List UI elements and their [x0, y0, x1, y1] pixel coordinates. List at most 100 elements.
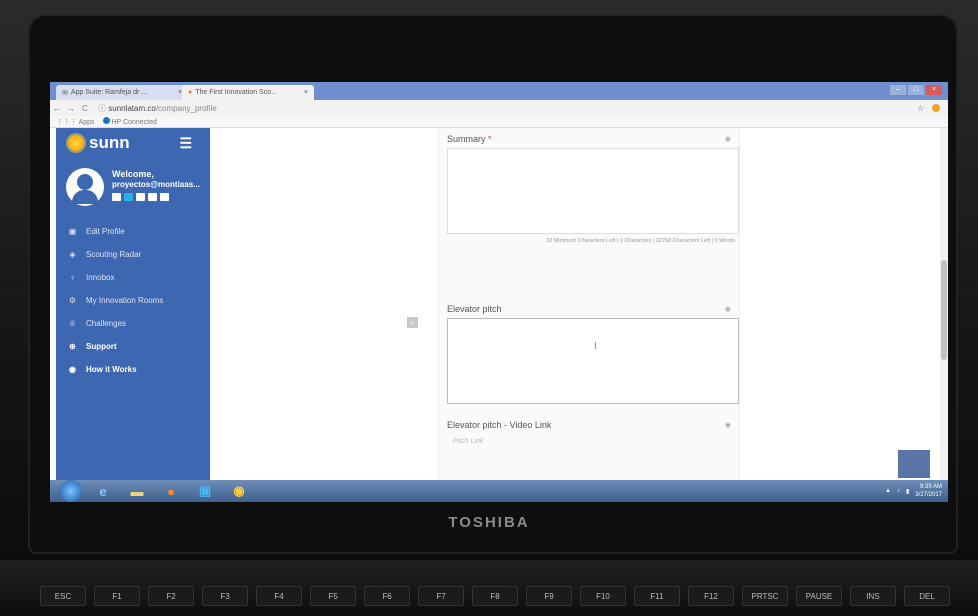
sun-logo-icon [68, 135, 84, 151]
start-button[interactable] [60, 480, 82, 502]
eye-icon[interactable]: ◉ [725, 305, 731, 313]
mail-icon: ✉ [62, 89, 68, 97]
envelope-icon[interactable] [148, 193, 157, 201]
key-f1: F1 [94, 586, 140, 606]
url-field[interactable]: ⓘ sunnlatam.co/company_profile [98, 103, 217, 114]
key-pause: PAUSE [796, 586, 842, 606]
summary-label: Summary * [447, 134, 492, 144]
profile-actions [112, 193, 200, 201]
key-f2: F2 [148, 586, 194, 606]
laptop-screen: ✉ App Suite: Ramfeja dr ... × ● The Firs… [50, 82, 948, 502]
eye-icon[interactable]: ◉ [725, 421, 731, 429]
main-content: ‹ Summary * ◉ 32 Minimum Characters Left… [210, 128, 948, 480]
folder-icon[interactable]: ▬ [124, 482, 150, 500]
address-bar: ← → C ⓘ sunnlatam.co/company_profile ☆ [50, 100, 948, 116]
key-f3: F3 [202, 586, 248, 606]
user-email: proyectos@montiaas... [112, 180, 200, 189]
star-icon[interactable]: ☆ [917, 104, 924, 113]
extension-icon[interactable] [932, 103, 940, 112]
gears-icon: ⚙ [68, 296, 77, 305]
back-arrow-icon[interactable]: ← [50, 104, 64, 113]
summary-textarea[interactable] [447, 148, 739, 234]
summary-counter: 32 Minimum Characters Left | 0 Character… [546, 238, 735, 244]
lightbulb-icon: ♀ [69, 273, 76, 282]
sidebar-item-edit-profile[interactable]: ▣ Edit Profile [56, 220, 210, 243]
store-icon[interactable]: ▣ [192, 482, 218, 500]
sun-icon: ● [188, 89, 193, 96]
window-controls: – □ × [890, 85, 942, 95]
tray-arrow-icon[interactable]: ▲ [885, 488, 891, 494]
system-tray: ▲ ♪ ▮ 9:39 AM 3/27/2017 [885, 483, 942, 499]
close-window-button[interactable]: × [926, 85, 942, 95]
welcome-text: Welcome, [112, 169, 154, 179]
sidebar-item-challenges[interactable]: ♕ Challenges [56, 312, 210, 335]
reload-icon[interactable]: C [78, 104, 92, 113]
sidebar-item-support[interactable]: ⊕ Support [56, 335, 210, 358]
minimize-button[interactable]: – [890, 85, 906, 95]
eye-icon[interactable]: ◉ [725, 135, 731, 143]
forward-arrow-icon[interactable]: → [64, 104, 78, 113]
maximize-button[interactable]: □ [908, 85, 924, 95]
hp-logo-icon [102, 117, 110, 124]
key-del: DEL [904, 586, 950, 606]
network-icon[interactable]: ▮ [906, 488, 909, 495]
edit-pencil-icon[interactable] [124, 193, 133, 201]
key-f8: F8 [472, 586, 518, 606]
elevator-pitch-label: Elevator pitch [447, 304, 502, 314]
profile-card: Welcome, proyectos@montiaas... [56, 158, 210, 212]
plus-circle-icon: ⊕ [69, 342, 76, 351]
firefox-icon[interactable]: ● [158, 482, 184, 500]
key-ins: INS [850, 586, 896, 606]
clock[interactable]: 9:39 AM 3/27/2017 [915, 483, 942, 499]
windows-taskbar: e ▬ ● ▣ ◉ ▲ ♪ ▮ 9:39 AM 3/27/2017 [50, 480, 948, 502]
bookmarks-bar: ⋮⋮⋮ Apps HP Connected [50, 116, 948, 128]
key-esc: ESC [40, 586, 86, 606]
sidebar-item-scouting-radar[interactable]: ◈ Scouting Radar [56, 243, 210, 266]
key-f12: F12 [688, 586, 734, 606]
scrollbar[interactable] [940, 128, 948, 480]
volume-icon[interactable]: ♪ [897, 488, 900, 494]
video-icon[interactable] [136, 193, 145, 201]
radar-icon: ◈ [69, 250, 76, 259]
cloud-icon[interactable] [112, 193, 121, 201]
elevator-pitch-textarea[interactable]: I [447, 318, 739, 404]
trophy-icon: ♕ [68, 319, 77, 328]
video-link-label: Elevator pitch - Video Link [447, 420, 552, 430]
sidebar: sunn ☰ Welcome, proyectos@montiaas... ▣ … [56, 128, 210, 480]
bookmark-apps[interactable]: ⋮⋮⋮ Apps [56, 118, 95, 126]
briefcase-icon: ▣ [68, 227, 77, 236]
browser-tab-1[interactable]: ✉ App Suite: Ramfeja dr ... × [56, 85, 188, 100]
key-f9: F9 [526, 586, 572, 606]
power-icon[interactable] [160, 193, 169, 201]
sidebar-item-my-innovation-rooms[interactable]: ⚙ My Innovation Rooms [56, 289, 210, 312]
scrollbar-thumb[interactable] [941, 260, 947, 360]
key-f11: F11 [634, 586, 680, 606]
bookmark-hp-connected[interactable]: HP Connected [102, 117, 157, 126]
chrome-icon[interactable]: ◉ [226, 482, 252, 500]
key-f10: F10 [580, 586, 626, 606]
collapse-sidebar-button[interactable]: ‹ [407, 317, 418, 328]
avatar[interactable] [66, 168, 104, 206]
chat-widget-button[interactable] [898, 450, 930, 478]
text-cursor-icon: I [594, 341, 597, 352]
key-f5: F5 [310, 586, 356, 606]
browser-tab-2[interactable]: ● The First Innovation Sco... × [182, 85, 314, 100]
internet-explorer-icon[interactable]: e [90, 482, 116, 500]
key-f6: F6 [364, 586, 410, 606]
key-f7: F7 [418, 586, 464, 606]
sidebar-item-how-it-works[interactable]: ◉ How it Works [56, 358, 210, 381]
laptop-brand: TOSHIBA [448, 514, 530, 531]
video-link-input[interactable]: Pitch Link [453, 438, 483, 445]
circle-icon: ◉ [69, 365, 76, 374]
function-key-row: ESC F1 F2 F3 F4 F5 F6 F7 F8 F9 F10 F11 F12 PRTSC PAUSE… [40, 586, 950, 606]
hamburger-menu-icon[interactable]: ☰ [179, 135, 192, 152]
sidebar-menu: ▣ Edit Profile ◈ Scouting Radar ♀ Innobo… [56, 220, 210, 381]
brand-logo[interactable]: sunn [89, 133, 130, 153]
browser-tab-bar: ✉ App Suite: Ramfeja dr ... × ● The Firs… [50, 82, 948, 100]
sidebar-item-innobox[interactable]: ♀ Innobox [56, 266, 210, 289]
profile-form: Summary * ◉ 32 Minimum Characters Left |… [438, 128, 740, 480]
sidebar-header: sunn ☰ [56, 128, 210, 158]
close-tab-icon[interactable]: × [304, 89, 308, 96]
key-prtsc: PRTSC [742, 586, 788, 606]
key-f4: F4 [256, 586, 302, 606]
